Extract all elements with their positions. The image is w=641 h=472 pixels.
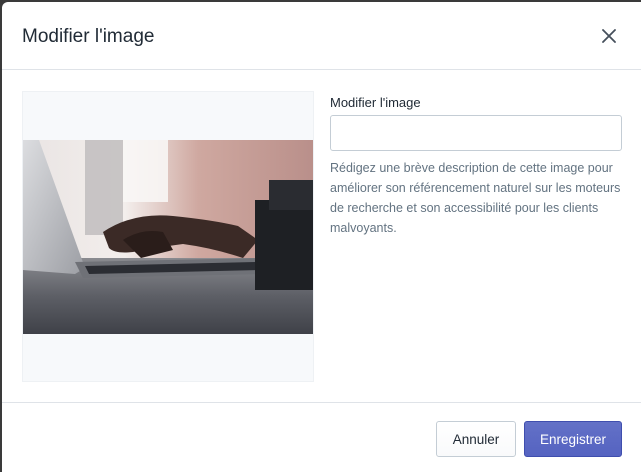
cancel-button[interactable]: Annuler [436, 421, 516, 457]
save-button[interactable]: Enregistrer [524, 421, 622, 457]
modal-footer: Annuler Enregistrer [2, 402, 641, 472]
image-preview [22, 91, 314, 382]
modal-title: Modifier l'image [22, 26, 155, 47]
modal-body: Modifier l'image Rédigez une brève descr… [2, 70, 641, 404]
close-icon [602, 29, 616, 43]
laptop-photo [23, 140, 313, 334]
alt-text-label: Modifier l'image [330, 95, 421, 110]
close-button[interactable] [597, 24, 621, 48]
alt-text-input[interactable] [330, 115, 622, 151]
modal-header: Modifier l'image [2, 2, 641, 70]
edit-image-modal: Modifier l'image Modifier l'image Rédige… [2, 2, 641, 472]
help-text: Rédigez une brève description de cette i… [330, 161, 621, 235]
